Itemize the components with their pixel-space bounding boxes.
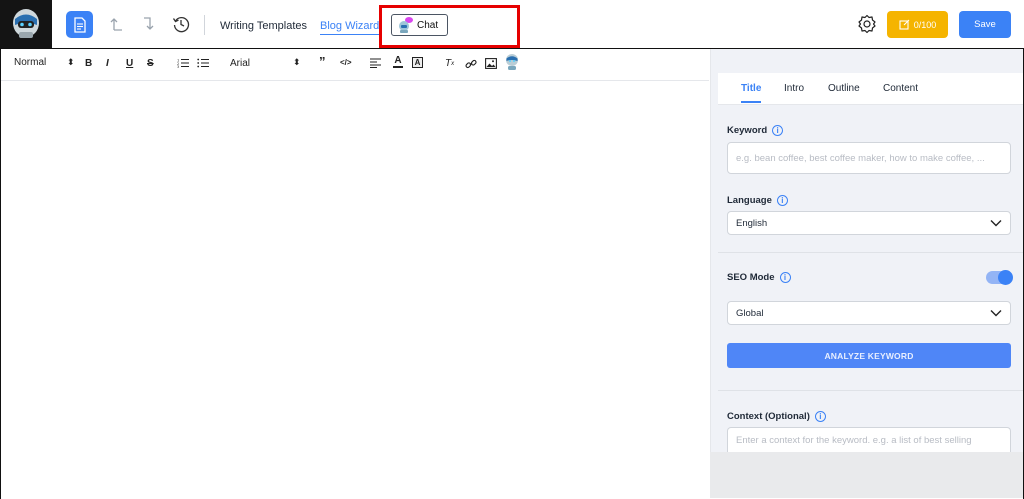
redo-button[interactable] bbox=[138, 13, 160, 35]
image-icon[interactable] bbox=[485, 58, 497, 69]
seo-region-value: Global bbox=[736, 307, 764, 319]
app-logo[interactable] bbox=[0, 0, 52, 48]
top-bar: Writing Templates Blog Wizard Chat 0/100… bbox=[0, 0, 1024, 48]
keyword-placeholder: e.g. bean coffee, best coffee maker, how… bbox=[736, 152, 985, 164]
context-textarea[interactable]: Enter a context for the keyword. e.g. a … bbox=[727, 427, 1011, 452]
credits-count: 0/100 bbox=[913, 19, 937, 30]
tab-outline[interactable]: Outline bbox=[828, 83, 860, 94]
chat-robot-icon bbox=[399, 17, 413, 33]
chat-button[interactable]: Chat bbox=[391, 14, 448, 36]
heading-select-value: Normal bbox=[14, 57, 47, 68]
save-button[interactable]: Save bbox=[959, 11, 1011, 38]
tab-intro[interactable]: Intro bbox=[784, 83, 804, 94]
blockquote-icon[interactable]: ” bbox=[319, 54, 326, 69]
background-color-icon[interactable]: A bbox=[412, 57, 423, 68]
language-label: Language i bbox=[727, 195, 788, 206]
font-select-value: Arial bbox=[230, 58, 251, 69]
seo-mode-toggle[interactable] bbox=[986, 270, 1013, 285]
link-icon[interactable] bbox=[465, 58, 477, 70]
editor-toolbar: Normal ⬍ B I U S 123 Arial ⬍ ” </> A A T… bbox=[1, 49, 709, 81]
strikethrough-icon[interactable]: S bbox=[147, 58, 154, 69]
bold-icon[interactable]: B bbox=[85, 58, 92, 69]
ai-robot-icon[interactable] bbox=[504, 53, 520, 71]
language-value: English bbox=[736, 217, 768, 229]
language-info-icon[interactable]: i bbox=[776, 195, 788, 206]
gear-icon bbox=[858, 14, 876, 34]
chevron-down-icon bbox=[990, 220, 1002, 227]
svg-text:3: 3 bbox=[177, 65, 179, 68]
settings-button[interactable] bbox=[857, 14, 877, 34]
keyword-label-text: Keyword bbox=[727, 125, 768, 136]
history-clock-icon bbox=[172, 17, 190, 33]
toolbar-divider bbox=[204, 15, 205, 35]
blog-wizard-panel bbox=[710, 49, 1023, 452]
document-icon bbox=[73, 16, 86, 33]
ordered-list-icon[interactable]: 123 bbox=[177, 58, 189, 68]
seo-mode-info-icon[interactable]: i bbox=[779, 272, 791, 283]
history-button[interactable] bbox=[170, 13, 192, 35]
keyword-label: Keyword i bbox=[727, 125, 784, 136]
heading-select[interactable]: Normal bbox=[14, 57, 46, 68]
chevron-down-icon bbox=[990, 310, 1002, 317]
nav-writing-templates[interactable]: Writing Templates bbox=[220, 20, 307, 32]
robot-logo-icon bbox=[13, 9, 39, 38]
undo-arrow-icon bbox=[110, 18, 122, 31]
panel-footer-strip bbox=[710, 452, 1023, 498]
heading-select-chevron-icon[interactable]: ⬍ bbox=[67, 57, 75, 68]
language-select[interactable]: English bbox=[727, 211, 1011, 235]
align-left-icon[interactable] bbox=[370, 58, 381, 68]
keyword-input[interactable]: e.g. bean coffee, best coffee maker, how… bbox=[727, 142, 1011, 174]
code-icon[interactable]: </> bbox=[340, 58, 352, 67]
language-label-text: Language bbox=[727, 195, 772, 206]
document-button[interactable] bbox=[66, 11, 93, 38]
panel-tabs: Title Intro Outline Content bbox=[718, 73, 1023, 105]
context-placeholder: Enter a context for the keyword. e.g. a … bbox=[736, 435, 972, 446]
undo-button[interactable] bbox=[106, 13, 128, 35]
font-select-chevron-icon[interactable]: ⬍ bbox=[293, 57, 301, 68]
italic-icon[interactable]: I bbox=[106, 58, 109, 69]
text-color-icon[interactable]: A bbox=[393, 56, 403, 68]
tab-title[interactable]: Title bbox=[741, 83, 762, 103]
seo-mode-label: SEO Mode i bbox=[727, 272, 791, 283]
section-divider bbox=[718, 252, 1023, 253]
tab-content[interactable]: Content bbox=[883, 83, 918, 94]
context-label-text: Context (Optional) bbox=[727, 411, 810, 422]
clear-format-icon[interactable]: Tx bbox=[445, 58, 454, 69]
redo-arrow-icon bbox=[144, 17, 154, 30]
credits-button[interactable]: 0/100 bbox=[887, 11, 948, 38]
section-divider bbox=[718, 390, 1023, 391]
chat-button-label: Chat bbox=[417, 19, 439, 31]
context-info-icon[interactable]: i bbox=[814, 411, 826, 422]
seo-region-select[interactable]: Global bbox=[727, 301, 1011, 325]
seo-mode-label-text: SEO Mode bbox=[727, 272, 775, 283]
editor-content-area[interactable] bbox=[1, 82, 709, 498]
analyze-keyword-button[interactable]: ANALYZE KEYWORD bbox=[727, 343, 1011, 368]
nav-blog-wizard[interactable]: Blog Wizard bbox=[320, 20, 380, 35]
context-label: Context (Optional) i bbox=[727, 411, 826, 422]
font-select[interactable]: Arial bbox=[230, 58, 250, 69]
keyword-info-icon[interactable]: i bbox=[772, 125, 784, 136]
edit-box-icon bbox=[899, 19, 910, 30]
bullet-list-icon[interactable] bbox=[197, 58, 209, 68]
underline-icon[interactable]: U bbox=[126, 58, 133, 69]
